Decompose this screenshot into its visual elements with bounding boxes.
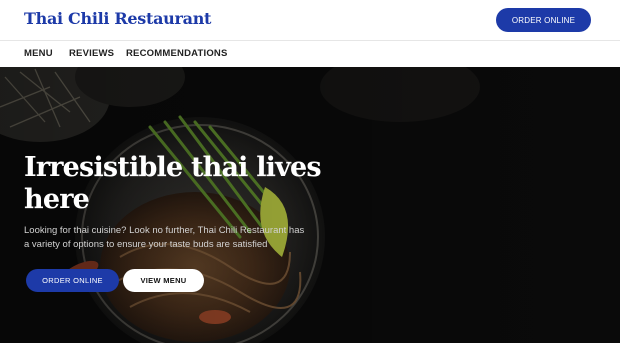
hero-section: Irresistible thai lives here Looking for… xyxy=(0,67,620,343)
top-bar: Thai Chili Restaurant ORDER ONLINE xyxy=(0,0,620,40)
hero-order-online-button[interactable]: ORDER ONLINE xyxy=(26,269,119,292)
nav-item-menu[interactable]: MENU xyxy=(24,48,53,59)
restaurant-logo[interactable]: Thai Chili Restaurant xyxy=(24,9,211,28)
nav-item-recommendations[interactable]: RECOMMENDATIONS xyxy=(126,48,228,59)
hero-description: Looking for thai cuisine? Look no furthe… xyxy=(24,225,305,250)
hero-title: Irresistible thai lives here xyxy=(24,152,322,215)
order-online-button[interactable]: ORDER ONLINE xyxy=(496,8,591,32)
nav-item-reviews[interactable]: REVIEWS xyxy=(69,48,114,59)
view-menu-button[interactable]: VIEW MENU xyxy=(123,269,204,292)
main-nav: MENU REVIEWS RECOMMENDATIONS xyxy=(0,40,620,67)
